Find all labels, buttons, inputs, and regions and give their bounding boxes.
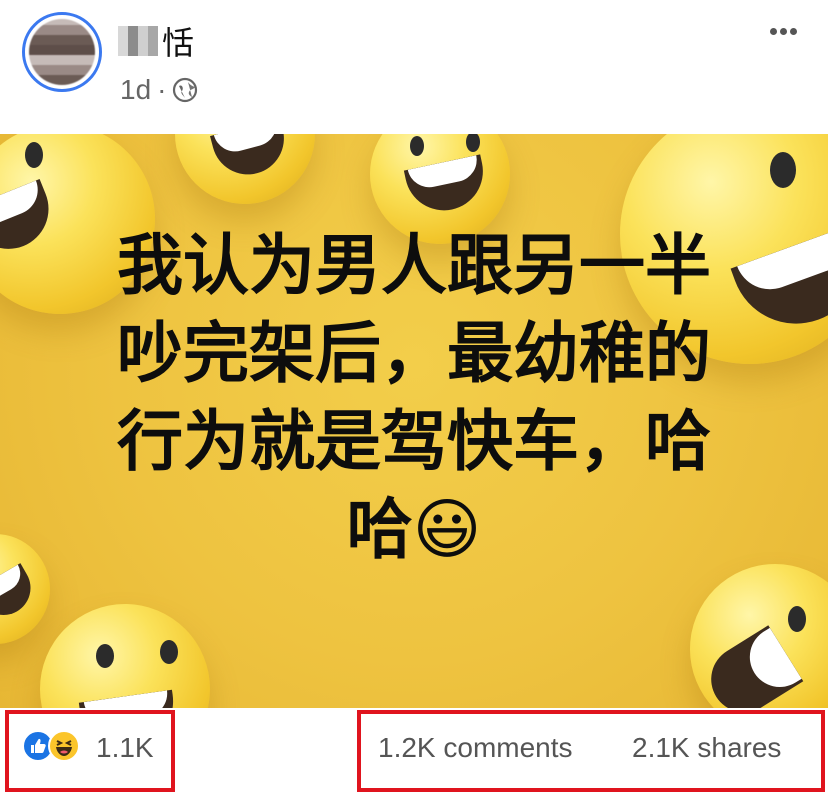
redacted-name-part [118,26,158,56]
reaction-count[interactable]: 1.1K [96,732,154,764]
emoji-decoration-bottom-left [40,604,210,708]
post-image[interactable]: 我认为男人跟另一半 吵完架后，最幼稚的 行为就是驾快车，哈 哈😃 [0,134,828,708]
meta-separator: · [157,74,167,105]
post-timestamp[interactable]: 1d [120,74,151,106]
emoji-decoration-top-center-left [175,134,315,204]
post-text-line: 吵完架后，最幼稚的 [117,315,711,392]
post-header: 恬 1d · [0,0,828,134]
post-text: 我认为男人跟另一半 吵完架后，最幼稚的 行为就是驾快车，哈 哈😃 [0,222,828,574]
post-footer: 1.1K 1.2K comments 2.1K shares [0,708,828,799]
author-name-text: 恬 [162,25,195,61]
post-text-line: 行为就是驾快车，哈 [117,403,711,480]
author-name[interactable]: 恬 [118,18,194,64]
post-text-line: 哈😃 [346,491,482,568]
reaction-icons[interactable] [22,730,86,764]
post-meta: 1d · [120,74,198,106]
avatar-image [29,19,95,85]
post-text-line: 我认为男人跟另一半 [117,227,711,304]
shares-count-link[interactable]: 2.1K shares [632,732,781,764]
more-options-icon[interactable] [770,22,806,42]
author-avatar[interactable] [22,12,102,92]
comments-count-link[interactable]: 1.2K comments [378,732,573,764]
emoji-decoration-bottom-right [690,564,828,708]
haha-icon [48,730,80,762]
globe-icon[interactable] [172,77,198,103]
